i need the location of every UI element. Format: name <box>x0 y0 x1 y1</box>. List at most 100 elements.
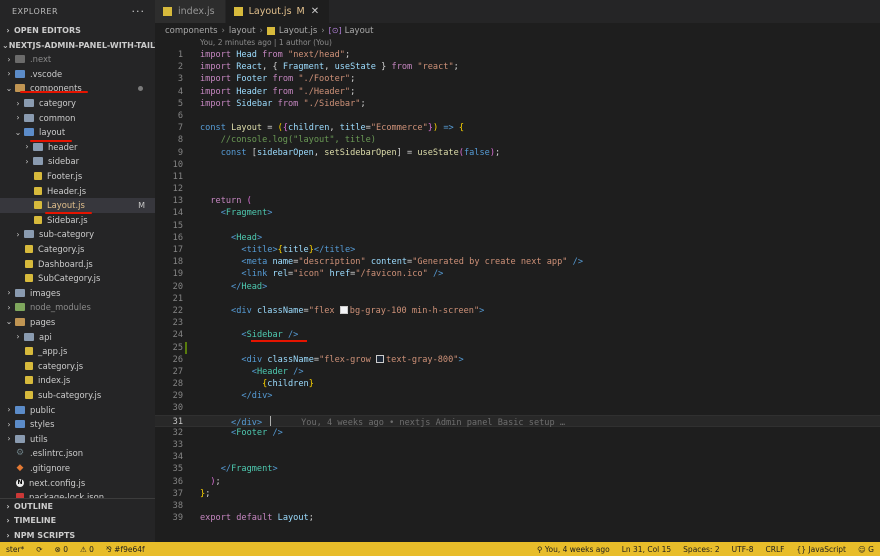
code-line[interactable]: 3 import Footer from "./Footer"; <box>155 73 880 85</box>
code-line[interactable]: 13 return ( <box>155 195 880 207</box>
tab-index-js[interactable]: index.js <box>155 0 226 23</box>
code-line[interactable]: 9 const [sidebarOpen, setSidebarOpen] = … <box>155 147 880 159</box>
file-tree-item[interactable]: ⌄ layout <box>0 125 155 140</box>
file-tree-item[interactable]: sub-category.js <box>0 388 155 403</box>
file-tree-item[interactable]: › sidebar <box>0 154 155 169</box>
code-line[interactable]: 17 <title>{title}</title> <box>155 244 880 256</box>
code-line[interactable]: 14 <Fragment> <box>155 207 880 219</box>
tab-layout-js[interactable]: Layout.js M ✕ <box>225 0 331 23</box>
code-line[interactable]: 12 <box>155 183 880 195</box>
file-tree-item[interactable]: Footer.js <box>0 169 155 184</box>
git-branch[interactable]: ster* <box>0 545 30 554</box>
file-tree-item[interactable]: _app.js <box>0 344 155 359</box>
problems-errors[interactable]: ⊗ 0 <box>49 545 74 554</box>
code-line[interactable]: 23 <box>155 317 880 329</box>
code-line[interactable]: 15 <box>155 220 880 232</box>
code-line[interactable]: 5 import Sidebar from "./Sidebar"; <box>155 98 880 110</box>
breadcrumb-layout[interactable]: layout <box>229 26 256 36</box>
code-line[interactable]: 33 <box>155 439 880 451</box>
git-blame-status[interactable]: ⚲ You, 4 weeks ago <box>531 545 616 554</box>
code-line[interactable]: 34 <box>155 451 880 463</box>
language-mode[interactable]: {} JavaScript <box>790 545 852 554</box>
encoding[interactable]: UTF-8 <box>726 545 760 554</box>
file-tree-item[interactable]: Nnext.config.js <box>0 475 155 490</box>
code-line[interactable]: 36 ); <box>155 476 880 488</box>
timeline-section[interactable]: › TIMELINE <box>0 514 155 529</box>
open-editors-section[interactable]: › OPEN EDITORS <box>0 23 155 38</box>
npm-scripts-section[interactable]: › NPM SCRIPTS <box>0 528 155 542</box>
code-line[interactable]: 2 import React, { Fragment, useState } fr… <box>155 61 880 73</box>
file-tree-item[interactable]: › images <box>0 286 155 301</box>
breadcrumb-file[interactable]: Layout.js <box>279 26 317 36</box>
code-line[interactable]: 11 <box>155 171 880 183</box>
code-line[interactable]: 29 </div> <box>155 390 880 402</box>
file-tree-item[interactable]: › common <box>0 110 155 125</box>
commit-hash[interactable]: ⅋ #f9e64f <box>100 545 151 554</box>
code-line[interactable]: 28 {children} <box>155 378 880 390</box>
code-line[interactable]: 10 <box>155 159 880 171</box>
file-tree-item[interactable]: › utils <box>0 431 155 446</box>
file-tree-item[interactable]: Dashboard.js <box>0 256 155 271</box>
file-tree-item[interactable]: › sub-category <box>0 227 155 242</box>
cursor-position[interactable]: Ln 31, Col 15 <box>616 545 677 554</box>
file-tree-item[interactable]: › node_modules <box>0 300 155 315</box>
more-actions-icon[interactable]: ··· <box>132 5 146 18</box>
file-tree-item[interactable]: category.js <box>0 358 155 373</box>
breadcrumb-components[interactable]: components <box>165 26 218 36</box>
file-tree-item[interactable]: index.js <box>0 373 155 388</box>
color-swatch[interactable] <box>376 354 384 363</box>
file-tree-item[interactable]: › styles <box>0 417 155 432</box>
file-tree-item[interactable]: › .vscode <box>0 67 155 82</box>
file-tree-item[interactable]: › header <box>0 140 155 155</box>
code-line[interactable]: 19 <link rel="icon" href="/favicon.ico" … <box>155 268 880 280</box>
file-tree-item[interactable]: package-lock.json <box>0 490 155 498</box>
code-line[interactable]: 4 import Header from "./Header"; <box>155 86 880 98</box>
file-tree-item[interactable]: ◆ .gitignore <box>0 461 155 476</box>
code-line[interactable]: 6 <box>155 110 880 122</box>
end-of-line[interactable]: CRLF <box>760 545 791 554</box>
code-line[interactable]: 1 import Head from "next/head"; <box>155 49 880 61</box>
code-line[interactable]: 38 <box>155 500 880 512</box>
code-line[interactable]: 21 <box>155 293 880 305</box>
file-tree-item[interactable]: › api <box>0 329 155 344</box>
sync-icon[interactable]: ⟳ <box>30 545 48 554</box>
file-tree-item[interactable]: ⚙ .eslintrc.json <box>0 446 155 461</box>
feedback-icon[interactable]: ☺ G <box>852 545 880 554</box>
code-line-current[interactable]: 31 </div> You, 4 weeks ago • nextjs Admin… <box>155 414 880 428</box>
code-line[interactable]: 16 <Head> <box>155 232 880 244</box>
color-swatch[interactable] <box>339 305 348 314</box>
file-tree-item[interactable]: Category.js <box>0 242 155 257</box>
code-line[interactable]: 32 <Footer /> <box>155 427 880 439</box>
indentation[interactable]: Spaces: 2 <box>677 545 725 554</box>
code-line[interactable]: 8 //console.log("layout", title) <box>155 134 880 146</box>
code-editor[interactable]: You, 2 minutes ago | 1 author (You) 1 imp… <box>155 38 880 542</box>
code-line[interactable]: 26 <div className="flex-grow text-gray-8… <box>155 354 880 366</box>
close-icon[interactable]: ✕ <box>311 6 319 17</box>
file-tree-item[interactable]: Sidebar.js <box>0 213 155 228</box>
outline-section[interactable]: › OUTLINE <box>0 499 155 514</box>
file-tree-item[interactable]: Layout.js M <box>0 197 155 213</box>
file-tree-item[interactable]: Header.js <box>0 183 155 198</box>
code-line[interactable]: 39 export default Layout; <box>155 512 880 524</box>
code-line[interactable]: 37}; <box>155 488 880 500</box>
problems-warnings[interactable]: ⚠ 0 <box>74 545 100 554</box>
code-line[interactable]: 18 <meta name="description" content="Gen… <box>155 256 880 268</box>
code-line[interactable]: 20 </Head> <box>155 281 880 293</box>
file-tree-item[interactable]: ⌄ pages <box>0 315 155 330</box>
code-line[interactable]: 35 </Fragment> <box>155 463 880 475</box>
code-line[interactable]: 7 const Layout = ({children, title="Ecomm… <box>155 122 880 134</box>
file-tree-item[interactable]: › category <box>0 96 155 111</box>
code-line[interactable]: 30 <box>155 402 880 414</box>
breadcrumb-symbol[interactable]: Layout <box>345 26 374 36</box>
file-tree-item[interactable]: SubCategory.js <box>0 271 155 286</box>
code-line[interactable]: 25 <box>155 341 880 354</box>
code-line[interactable]: 24 <Sidebar /> <box>155 329 880 343</box>
code-lines[interactable]: 1 import Head from "next/head"; 2 import R… <box>155 49 880 524</box>
project-section[interactable]: ⌄ NEXTJS-ADMIN-PANEL-WITH-TAILWI... <box>0 38 155 53</box>
codelens-blame[interactable]: You, 2 minutes ago | 1 author (You) <box>200 38 332 47</box>
code-line[interactable]: 22 <div className="flex bg-gray-100 min-… <box>155 305 880 317</box>
file-tree-item[interactable]: › .next <box>0 52 155 67</box>
code-line[interactable]: 27 <Header /> <box>155 366 880 378</box>
file-tree-item[interactable]: ⌄ components <box>0 81 155 96</box>
file-tree-item[interactable]: › public <box>0 402 155 417</box>
